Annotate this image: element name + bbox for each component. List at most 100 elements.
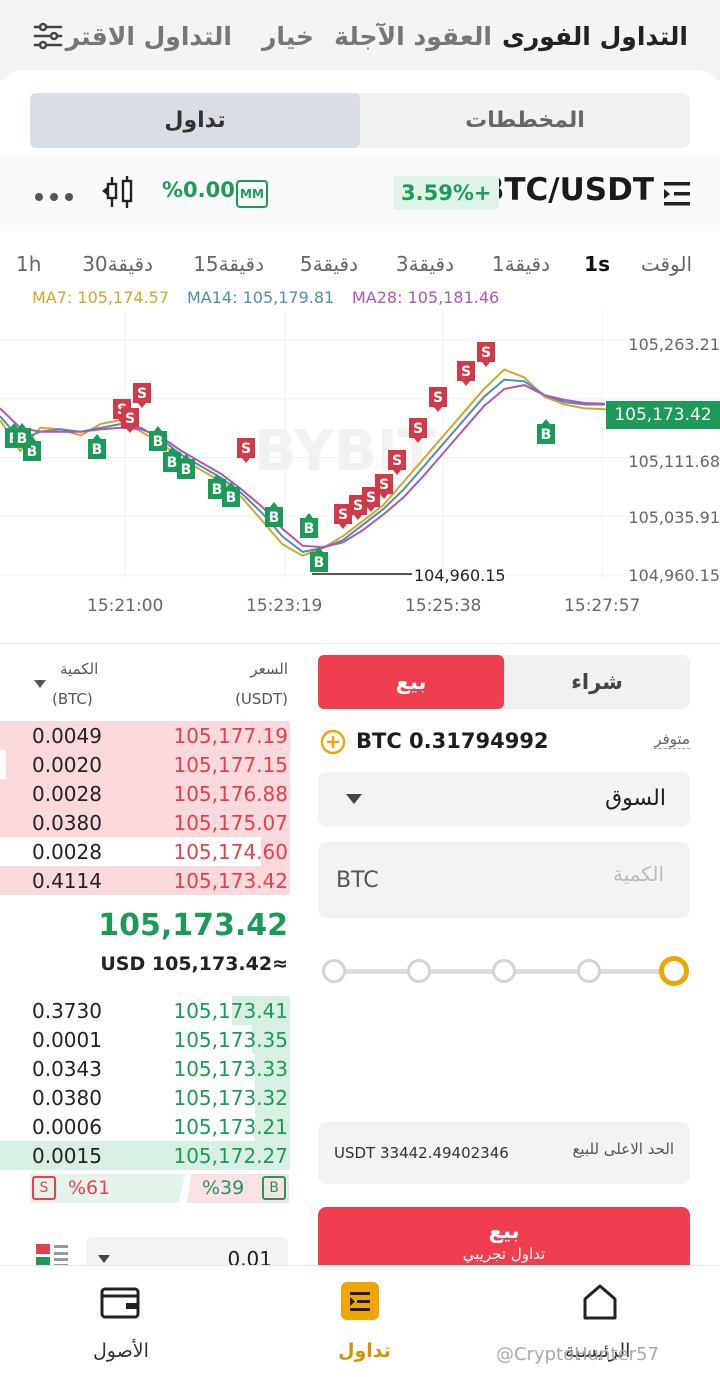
low-price-marker: 104,960.15: [414, 566, 506, 585]
svg-text:S: S: [392, 453, 402, 469]
tab-spot[interactable]: التداول الفورى: [502, 22, 688, 51]
timeframe-5m[interactable]: 5دقيقة: [300, 252, 358, 276]
buy-tab[interactable]: شراء: [504, 655, 690, 709]
row-qty: 0.0380: [32, 1086, 102, 1110]
sell-tab[interactable]: بيع: [318, 655, 504, 709]
time-tick: 15:23:19: [246, 596, 323, 616]
time-tick: 15:25:38: [405, 596, 482, 616]
qty-header: الكمية: [60, 660, 99, 678]
plus-circle-icon[interactable]: [320, 729, 346, 759]
pair-symbol[interactable]: BTC/USDT: [481, 172, 654, 208]
row-qty: 0.0028: [32, 782, 102, 806]
row-qty: 0.0049: [32, 724, 102, 748]
sell-marker: S: [133, 383, 151, 408]
tab-trade[interactable]: تداول: [30, 93, 360, 148]
row-qty: 0.0006: [32, 1115, 102, 1139]
quantity-placeholder: الكمية: [612, 862, 664, 886]
sliders-icon[interactable]: [32, 20, 64, 56]
tab-charts[interactable]: المخططات: [360, 93, 690, 148]
sell-button-sub: تداول تجريبي: [462, 1245, 546, 1263]
quantity-input[interactable]: BTC الكمية: [318, 842, 690, 918]
row-qty: 0.3730: [32, 999, 102, 1023]
mid-price: 105,173.42: [98, 908, 288, 943]
bid-row[interactable]: 0.3730 105,173.41: [0, 996, 290, 1025]
top-nav: التداول الفورى العقود الآجلة خيار التداو…: [0, 0, 720, 80]
buy-marker: B: [537, 419, 555, 444]
svg-text:B: B: [314, 555, 325, 571]
chart-watermark: BYBIT: [254, 419, 436, 484]
row-qty: 0.4114: [32, 869, 102, 893]
watermark-text: @CryptoHunter57: [496, 1344, 659, 1365]
list-menu-icon[interactable]: [664, 180, 692, 212]
sell-marker: S: [457, 361, 475, 386]
timeframe-1s[interactable]: 1s: [584, 252, 610, 276]
row-qty: 0.0380: [32, 811, 102, 835]
bid-row[interactable]: 0.0015 105,172.27: [0, 1141, 290, 1170]
svg-text:S: S: [481, 345, 491, 361]
buy-marker: B: [265, 502, 283, 527]
ask-row[interactable]: 0.0028 105,174.60: [0, 837, 290, 866]
trade-nav-icon[interactable]: [341, 1282, 379, 1324]
max-sell-label: الحد الاعلى للبيع: [572, 1140, 674, 1158]
timeframe-3m[interactable]: 3دقيقة: [396, 252, 454, 276]
row-qty: 0.0020: [32, 753, 102, 777]
caret-down-icon[interactable]: [34, 673, 46, 692]
tab-options[interactable]: خيار: [262, 22, 314, 51]
available-label[interactable]: متوفر: [654, 730, 690, 749]
row-price: 105,177.15: [173, 753, 288, 777]
slider-step-0[interactable]: [322, 959, 346, 983]
timeframe-1h[interactable]: 1h: [16, 252, 41, 276]
timeframe-30m[interactable]: 30دقيقة: [82, 252, 153, 276]
ma28-label: MA28: 105,181.46: [352, 288, 500, 307]
candlestick-icon[interactable]: [102, 174, 138, 214]
slider-step-25[interactable]: [407, 959, 431, 983]
order-type-select[interactable]: السوق: [318, 772, 690, 826]
price-chart[interactable]: BYBITBBBBBBBBBBBBBSSSSSSSSSSSSS: [0, 310, 720, 640]
tab-margin[interactable]: التداول الاقتر: [66, 22, 232, 51]
svg-text:B: B: [226, 490, 237, 506]
bid-row[interactable]: 0.0343 105,173.33: [0, 1054, 290, 1083]
row-price: 105,175.07: [173, 811, 288, 835]
row-qty: 0.0015: [32, 1144, 102, 1168]
nav-assets-label[interactable]: الأصول: [93, 1340, 149, 1362]
row-price: 105,172.27: [173, 1144, 288, 1168]
svg-text:B: B: [92, 442, 103, 458]
mm-badge[interactable]: MM: [236, 180, 268, 208]
time-tick: 15:21:00: [87, 596, 164, 616]
nav-trade-label[interactable]: تداول: [338, 1340, 391, 1362]
timeframe-time[interactable]: الوقت: [641, 252, 692, 276]
svg-text:S: S: [338, 507, 348, 523]
pair-mm-rate: %0.00: [162, 178, 235, 202]
tab-futures[interactable]: العقود الآجلة: [334, 22, 492, 51]
svg-text:S: S: [461, 364, 471, 380]
svg-text:S: S: [413, 421, 423, 437]
buy-marker: B: [149, 426, 167, 451]
ask-row[interactable]: 0.0049 105,177.19: [0, 721, 290, 750]
price-unit: (USDT): [235, 690, 288, 708]
row-price: 105,174.60: [173, 840, 288, 864]
slider-step-50[interactable]: [492, 959, 516, 983]
more-dots-icon[interactable]: [34, 187, 74, 206]
svg-text:S: S: [353, 498, 363, 514]
sell-ratio-value: %61: [68, 1177, 111, 1199]
sell-marker: S: [477, 342, 495, 367]
qty-unit: (BTC): [52, 690, 93, 708]
bid-row[interactable]: 0.0006 105,173.21: [0, 1112, 290, 1141]
slider-step-75[interactable]: [577, 959, 601, 983]
svg-text:S: S: [366, 490, 376, 506]
ma14-label: MA14: 105,179.81: [187, 288, 335, 307]
timeframe-1m[interactable]: 1دقيقة: [492, 252, 550, 276]
row-price: 105,173.41: [173, 999, 288, 1023]
ask-row[interactable]: 0.4114 105,173.42: [0, 866, 290, 895]
bid-row[interactable]: 0.0380 105,173.32: [0, 1083, 290, 1112]
slider-step-100[interactable]: [659, 956, 689, 986]
svg-text:B: B: [304, 521, 315, 537]
ask-row[interactable]: 0.0028 105,176.88: [0, 779, 290, 808]
timeframe-15m[interactable]: 15دقيقة: [193, 252, 264, 276]
wallet-icon[interactable]: [100, 1285, 140, 1323]
home-icon[interactable]: [580, 1282, 620, 1326]
ask-row[interactable]: 0.0020 105,177.15: [0, 750, 290, 779]
bid-row[interactable]: 0.0001 105,173.35: [0, 1025, 290, 1054]
buy-marker: B: [88, 434, 106, 459]
ask-row[interactable]: 0.0380 105,175.07: [0, 808, 290, 837]
